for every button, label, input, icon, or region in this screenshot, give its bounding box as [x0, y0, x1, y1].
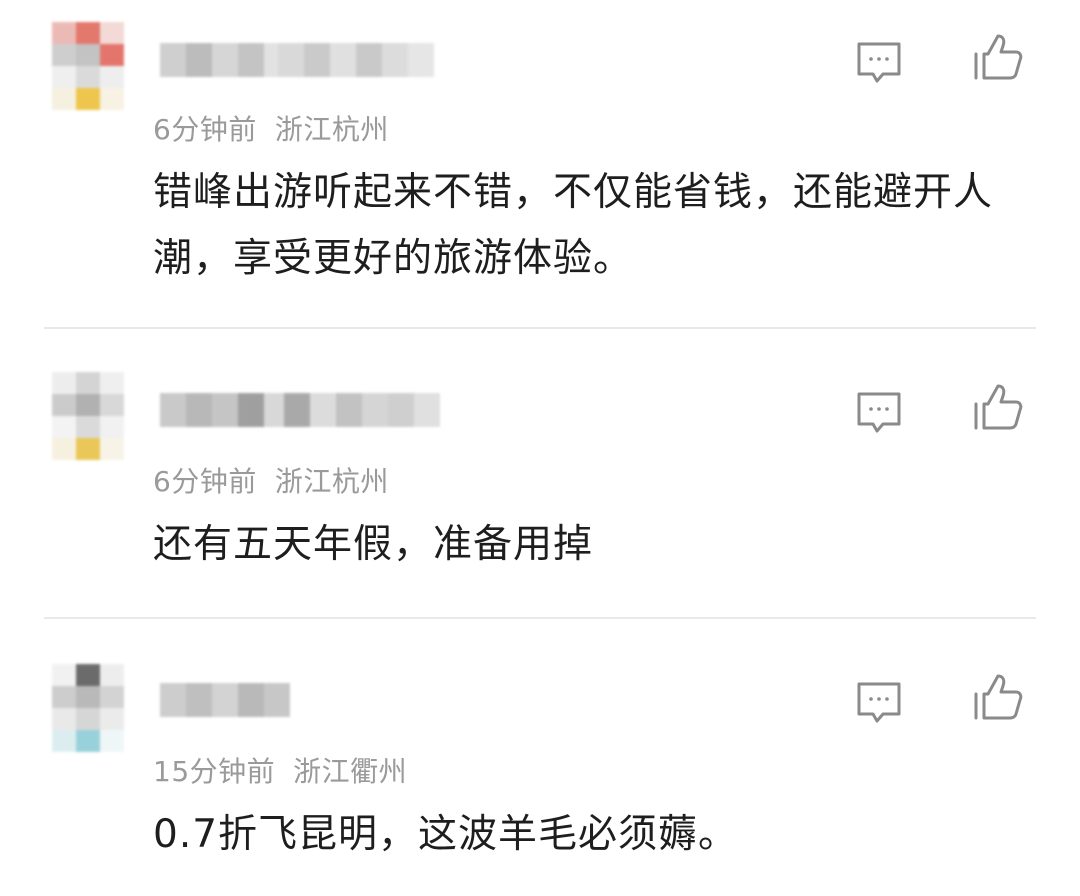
comment-item: 6分钟前 浙江杭州 错峰出游听起来不错，不仅能省钱，还能避开人潮，享受更好的旅游体…	[0, 0, 1080, 328]
comment-meta: 6分钟前 浙江杭州	[153, 460, 389, 500]
comment-icon[interactable]	[853, 36, 905, 88]
thumbs-up-icon[interactable]	[972, 672, 1024, 724]
username-blurred[interactable]	[160, 680, 290, 720]
divider	[44, 617, 1036, 619]
username-blurred[interactable]	[160, 40, 434, 80]
thumbs-up-icon[interactable]	[972, 32, 1024, 84]
comment-location: 浙江衢州	[293, 755, 408, 788]
comment-item: 15分钟前 浙江衢州 0.7折飞昆明，这波羊毛必须薅。	[0, 620, 1080, 896]
comment-icon[interactable]	[853, 676, 905, 728]
thumbs-up-icon[interactable]	[972, 382, 1024, 434]
divider	[44, 327, 1036, 329]
comment-location: 浙江杭州	[274, 113, 389, 146]
comment-time: 6分钟前	[153, 113, 257, 146]
comment-icon[interactable]	[853, 386, 905, 438]
avatar[interactable]	[52, 372, 124, 460]
username-blurred[interactable]	[160, 390, 440, 430]
comment-item: 6分钟前 浙江杭州 还有五天年假，准备用掉	[0, 330, 1080, 618]
comment-text: 0.7折飞昆明，这波羊毛必须薅。	[153, 812, 739, 857]
avatar[interactable]	[52, 664, 124, 752]
comment-meta: 15分钟前 浙江衢州	[153, 750, 407, 790]
comment-text: 还有五天年假，准备用掉	[153, 522, 594, 567]
comment-location: 浙江杭州	[274, 465, 389, 498]
comment-time: 6分钟前	[153, 465, 257, 498]
comment-time: 15分钟前	[153, 755, 276, 788]
comment-meta: 6分钟前 浙江杭州	[153, 108, 389, 148]
avatar[interactable]	[52, 22, 124, 110]
comment-text: 错峰出游听起来不错，不仅能省钱，还能避开人潮，享受更好的旅游体验。	[153, 170, 994, 281]
